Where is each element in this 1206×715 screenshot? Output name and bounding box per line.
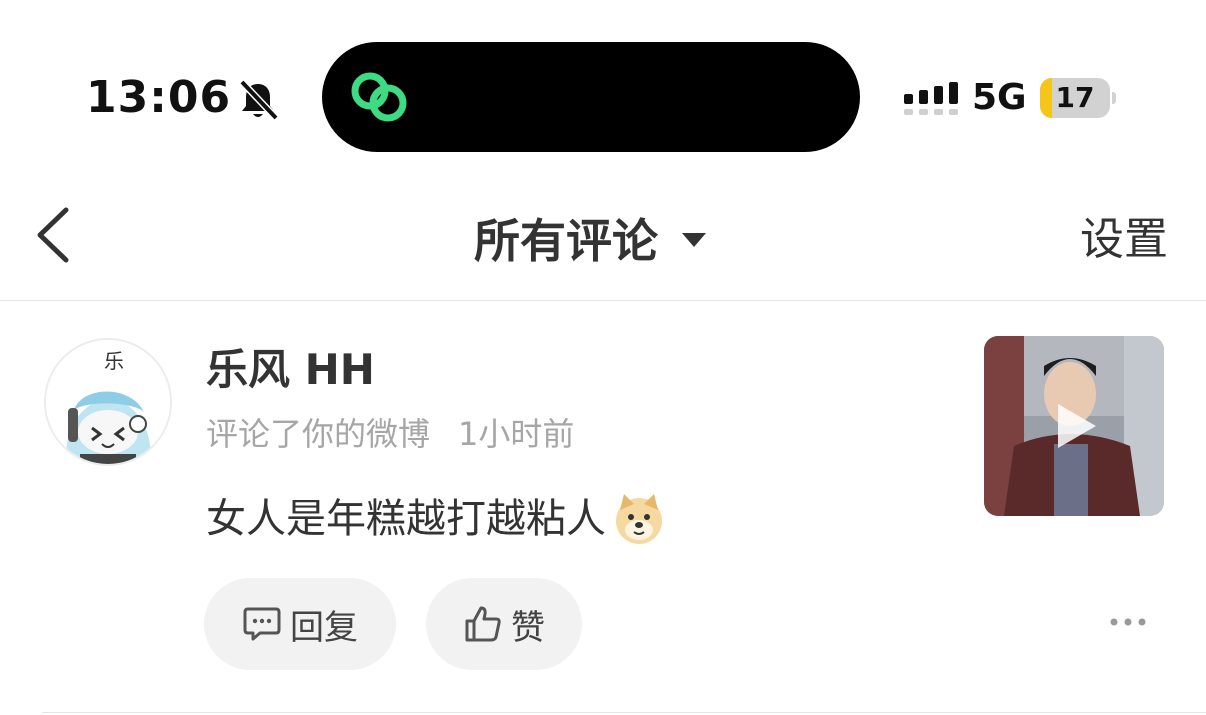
reply-label: 回复	[290, 607, 358, 648]
comment-divider	[42, 712, 1206, 713]
reply-button[interactable]: 回复	[204, 578, 396, 670]
avatar[interactable]: 乐	[44, 338, 172, 466]
signal-icon	[904, 82, 958, 115]
caret-down-icon	[682, 233, 706, 247]
settings-button[interactable]: 设置	[1080, 212, 1168, 268]
comment-action: 评论了你的微博	[206, 415, 431, 453]
comment-icon	[243, 607, 281, 641]
comment-username[interactable]: 乐风 HH	[206, 342, 375, 398]
network-type: 5G	[972, 77, 1027, 118]
play-icon	[1058, 404, 1096, 448]
more-icon[interactable]	[1108, 612, 1148, 632]
comment-text-row: 女人是年糕越打越粘人	[206, 492, 666, 546]
back-chevron-icon[interactable]	[34, 206, 74, 264]
battery-tip	[1112, 92, 1116, 104]
bell-off-icon	[239, 79, 279, 121]
page-title: 所有评论	[474, 214, 658, 268]
battery-indicator: 17	[1040, 78, 1110, 118]
video-thumbnail[interactable]	[984, 336, 1164, 516]
avatar-illustration: 乐	[46, 340, 170, 464]
nav-divider	[0, 300, 1206, 301]
comment-time: 1小时前	[458, 415, 575, 453]
doge-emoji	[616, 494, 662, 544]
island-app-icon	[351, 72, 407, 122]
thumb-up-icon	[465, 606, 501, 642]
status-time: 13:06	[86, 72, 232, 123]
comment-meta: 评论了你的微博 1小时前	[206, 410, 574, 458]
like-label: 赞	[511, 607, 545, 648]
avatar-text: 乐	[104, 349, 124, 373]
battery-percent: 17	[1055, 81, 1095, 114]
title-dropdown[interactable]: 所有评论	[474, 210, 706, 268]
comment-text: 女人是年糕越打越粘人	[206, 496, 606, 542]
like-button[interactable]: 赞	[426, 578, 582, 670]
